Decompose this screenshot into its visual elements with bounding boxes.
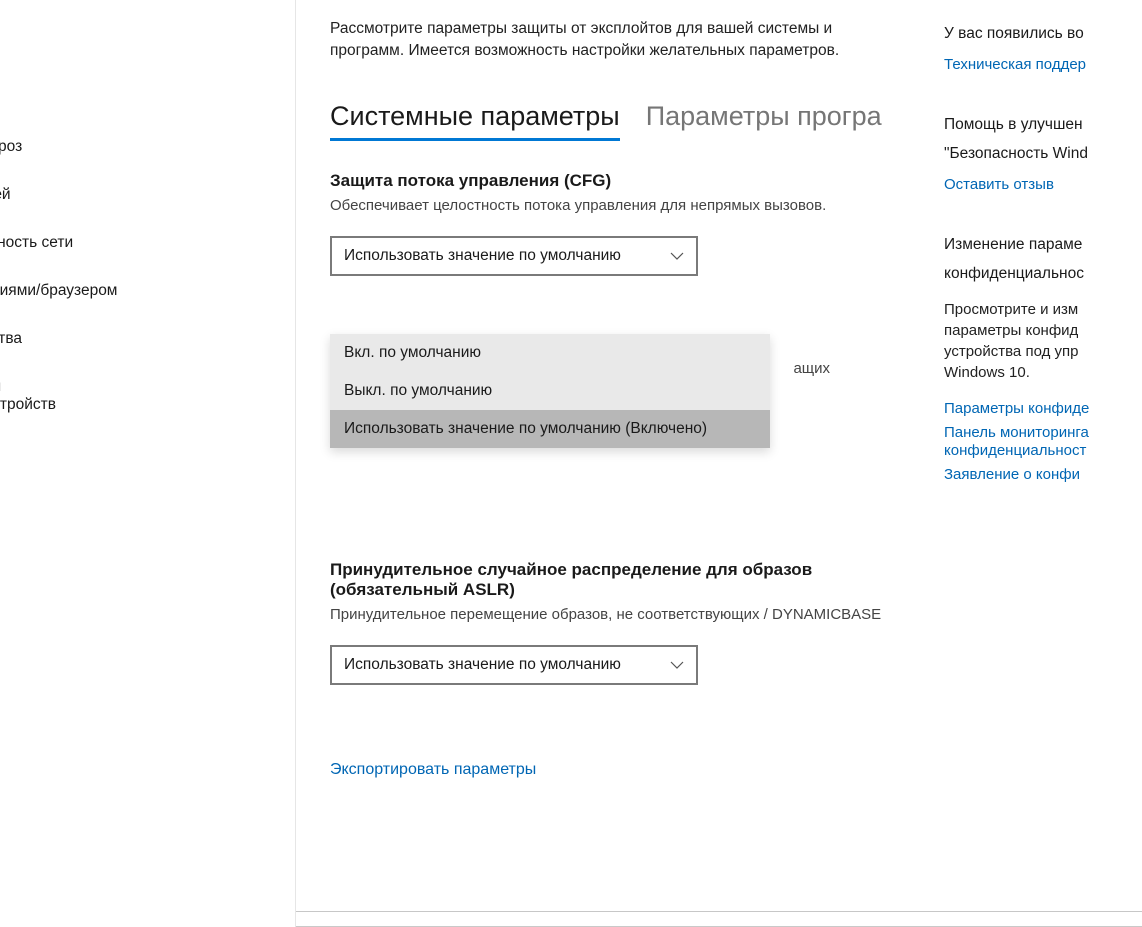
- sidebar-item-perf-1[interactable]: одительность и: [0, 368, 295, 396]
- setting-aslr-select[interactable]: Использовать значение по умолчанию: [330, 645, 698, 685]
- aside-privacy-link-params[interactable]: Параметры конфиде: [944, 397, 1142, 421]
- tab-system[interactable]: Системные параметры: [330, 101, 620, 141]
- sidebar-item-firewall[interactable]: ауэр и безопасность сети: [0, 224, 295, 262]
- sidebar-item-device[interactable]: сность устройства: [0, 320, 295, 358]
- sidebar-item-defender[interactable]: т: [0, 80, 295, 118]
- intro-text: Рассмотрите параметры защиты от эксплойт…: [330, 18, 890, 63]
- sidebar-item-perf-2[interactable]: способность устройств: [0, 396, 295, 424]
- aside-privacy-p3: устройства под упр: [944, 341, 1142, 362]
- setting-aslr-desc: Принудительное перемещение образов, не с…: [330, 604, 890, 625]
- dropdown-option-off[interactable]: Выкл. по умолчанию: [330, 372, 770, 410]
- setting-cfg-desc: Обеспечивает целостность потока управлен…: [330, 195, 890, 216]
- aside-privacy-link-dashboard-2[interactable]: конфиденциальност: [944, 439, 1142, 463]
- setting-cfg: Защита потока управления (CFG) Обеспечив…: [330, 171, 890, 276]
- sidebar: т от вирусов и угроз учетных записей ауэ…: [0, 0, 296, 927]
- chevron-down-icon: [670, 658, 684, 672]
- aside-privacy-header-2: конфиденциальнос: [944, 264, 1142, 285]
- sidebar-item-family[interactable]: тры для семьи: [0, 424, 295, 462]
- chevron-down-icon: [670, 249, 684, 263]
- dropdown-menu: Вкл. по умолчанию Выкл. по умолчанию Исп…: [330, 334, 770, 448]
- setting-aslr: Принудительное случайное распределение д…: [330, 560, 890, 685]
- setting-aslr-title: Принудительное случайное распределение д…: [330, 560, 890, 600]
- aside-privacy-header-1: Изменение параме: [944, 235, 1142, 256]
- setting-aslr-value: Использовать значение по умолчанию: [344, 656, 621, 674]
- aside-privacy-link-statement[interactable]: Заявление о конфи: [944, 463, 1142, 487]
- setting-cfg-title: Защита потока управления (CFG): [330, 171, 890, 191]
- sidebar-item-appctrl[interactable]: ение приложениями/браузером: [0, 272, 295, 310]
- aside-feedback-header-1: Помощь в улучшен: [944, 115, 1142, 136]
- sidebar-item-accounts[interactable]: учетных записей: [0, 176, 295, 214]
- setting-cfg-select[interactable]: Использовать значение по умолчанию: [330, 236, 698, 276]
- dropdown-option-default[interactable]: Использовать значение по умолчанию (Вклю…: [330, 410, 770, 448]
- aside-support-link[interactable]: Техническая поддер: [944, 53, 1142, 77]
- dropdown-option-on[interactable]: Вкл. по умолчанию: [330, 334, 770, 372]
- aside-privacy-p1: Просмотрите и изм: [944, 299, 1142, 320]
- sidebar-item-virus[interactable]: от вирусов и угроз: [0, 128, 295, 166]
- aside: У вас появились во Техническая поддер По…: [944, 0, 1142, 525]
- export-settings-link[interactable]: Экспортировать параметры: [330, 761, 536, 779]
- bottom-spacer: [296, 912, 1142, 926]
- sidebar-bottom-settings[interactable]: тры: [0, 877, 295, 915]
- tab-programs[interactable]: Параметры програ: [646, 101, 882, 141]
- setting-dep: ащих Вкл. по умолчанию Выкл. по умолчани…: [330, 324, 890, 504]
- aside-privacy-p4: Windows 10.: [944, 362, 1142, 383]
- aside-feedback-header-2: "Безопасность Wind: [944, 144, 1142, 165]
- setting-dep-desc-fragment: ащих: [793, 360, 830, 377]
- aside-feedback-link[interactable]: Оставить отзыв: [944, 173, 1142, 197]
- aside-privacy-p2: параметры конфид: [944, 320, 1142, 341]
- aside-support-header: У вас появились во: [944, 24, 1142, 45]
- main-content: Рассмотрите параметры защиты от эксплойт…: [296, 0, 1142, 927]
- setting-cfg-value: Использовать значение по умолчанию: [344, 247, 621, 265]
